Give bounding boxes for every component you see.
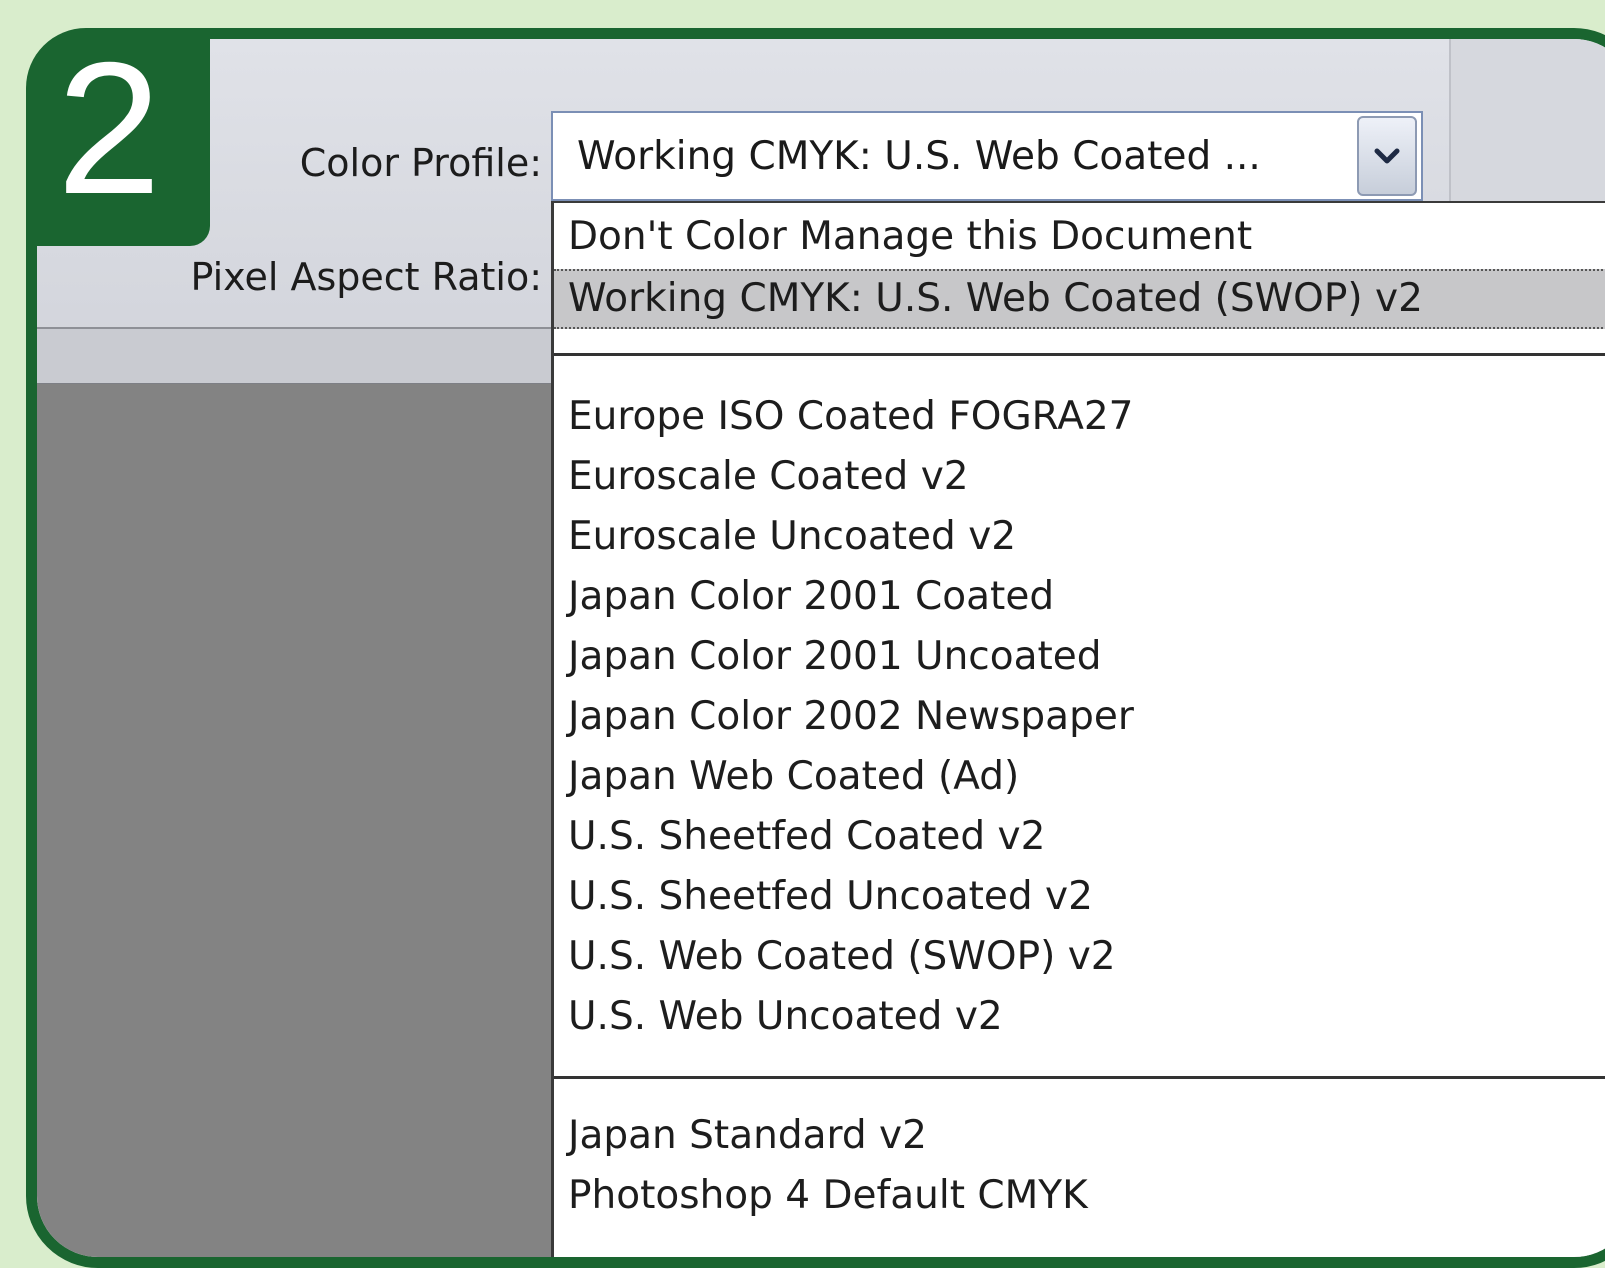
pixel-aspect-ratio-label: Pixel Aspect Ratio: — [190, 255, 543, 299]
list-item-profile[interactable]: Europe ISO Coated FOGRA27 — [568, 389, 1134, 445]
list-item-profile[interactable]: Euroscale Uncoated v2 — [568, 509, 1016, 565]
step-number-badge: 2 — [26, 28, 210, 246]
list-item-profile[interactable]: Japan Color 2002 Newspaper — [568, 689, 1134, 745]
list-item-profile[interactable]: U.S. Web Uncoated v2 — [568, 989, 1003, 1045]
color-profile-label: Color Profile: — [299, 141, 542, 185]
list-item-profile[interactable]: Photoshop 4 Default CMYK — [568, 1168, 1088, 1224]
list-item-working-cmyk[interactable]: Working CMYK: U.S. Web Coated (SWOP) v2 — [554, 269, 1605, 329]
list-separator — [554, 1076, 1605, 1079]
list-item-profile[interactable]: Japan Web Coated (Ad) — [568, 749, 1019, 805]
list-separator — [554, 353, 1605, 356]
list-item-profile[interactable]: Japan Color 2001 Coated — [568, 569, 1054, 625]
color-profile-selected-value: Working CMYK: U.S. Web Coated ... — [577, 133, 1261, 179]
list-item-profile[interactable]: Euroscale Coated v2 — [568, 449, 969, 505]
list-item-profile[interactable]: U.S. Sheetfed Uncoated v2 — [568, 869, 1093, 925]
screenshot-frame: Color Profile: Pixel Aspect Ratio: Worki… — [26, 28, 1605, 1268]
list-item-profile[interactable]: U.S. Web Coated (SWOP) v2 — [568, 929, 1116, 985]
list-item-profile[interactable]: Japan Standard v2 — [568, 1108, 927, 1164]
list-item-dont-color-manage[interactable]: Don't Color Manage this Document — [568, 209, 1252, 265]
list-item-profile[interactable]: U.S. Sheetfed Coated v2 — [568, 809, 1045, 865]
list-item-profile[interactable]: Japan Color 2001 Uncoated — [568, 629, 1102, 685]
color-profile-select[interactable]: Working CMYK: U.S. Web Coated ... — [551, 111, 1423, 201]
dropdown-button[interactable] — [1357, 116, 1417, 196]
color-profile-dropdown-list: Don't Color Manage this Document Working… — [551, 201, 1605, 1257]
chevron-down-icon — [1374, 148, 1400, 164]
